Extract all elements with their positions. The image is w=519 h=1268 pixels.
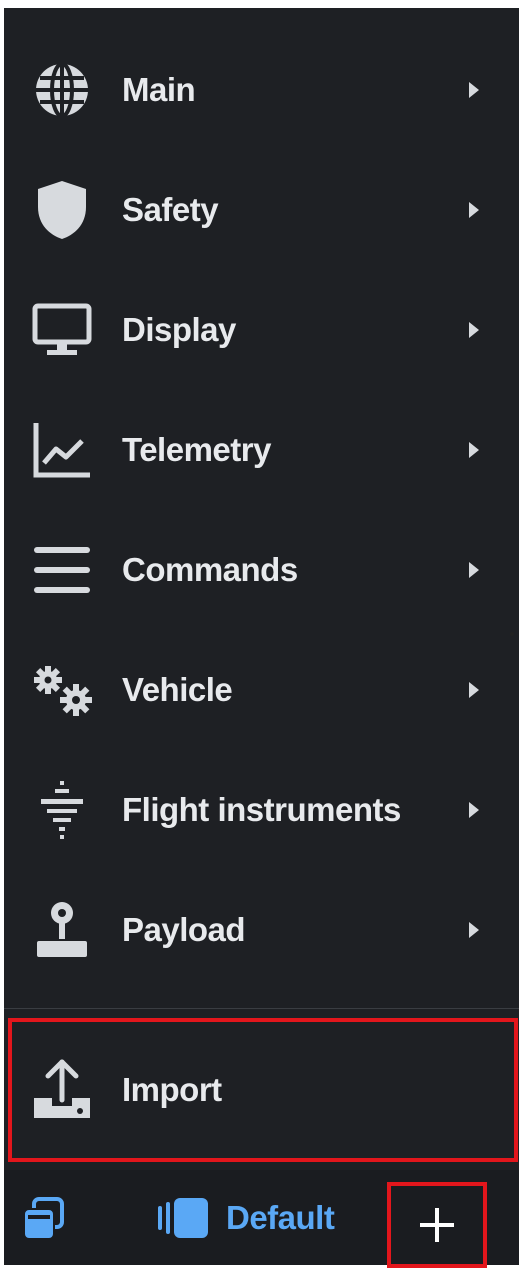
attitude-indicator-icon	[30, 778, 94, 842]
menu-item-label: Display	[122, 311, 236, 348]
windows-stack-icon[interactable]	[22, 1197, 66, 1241]
bottom-bar: Default	[4, 1170, 519, 1268]
menu-item-telemetry[interactable]: Telemetry	[4, 390, 519, 510]
shield-icon	[30, 178, 94, 242]
menu-item-label: Main	[122, 71, 196, 108]
add-button[interactable]	[387, 1182, 487, 1268]
menu-item-main[interactable]: Main	[4, 30, 519, 150]
import-button[interactable]: Import	[8, 1018, 518, 1162]
profile-selector[interactable]: Default	[156, 1190, 335, 1246]
monitor-icon	[30, 298, 94, 362]
chevron-right-icon	[469, 682, 479, 698]
import-label: Import	[122, 1071, 222, 1108]
chevron-right-icon	[469, 442, 479, 458]
gears-icon	[30, 658, 94, 722]
cursor-dot	[510, 632, 514, 636]
chevron-right-icon	[469, 202, 479, 218]
view-columns-icon	[156, 1196, 212, 1240]
menu-item-label: Flight instruments	[122, 791, 401, 828]
menu-divider	[4, 1008, 519, 1009]
upload-icon	[30, 1058, 94, 1122]
plus-icon	[420, 1208, 454, 1242]
menu-item-label: Vehicle	[122, 671, 233, 708]
chevron-right-icon	[469, 802, 479, 818]
menu-item-payload[interactable]: Payload	[4, 870, 519, 990]
chevron-right-icon	[469, 562, 479, 578]
profile-label: Default	[226, 1199, 335, 1236]
chevron-right-icon	[469, 922, 479, 938]
menu-item-flight-instruments[interactable]: Flight instruments	[4, 750, 519, 870]
globe-icon	[30, 58, 94, 122]
chevron-right-icon	[469, 322, 479, 338]
joystick-icon	[30, 898, 94, 962]
menu-item-label: Telemetry	[122, 431, 271, 468]
menu-item-vehicle[interactable]: Vehicle	[4, 630, 519, 750]
menu-item-label: Commands	[122, 551, 298, 588]
menu-item-safety[interactable]: Safety	[4, 150, 519, 270]
chevron-right-icon	[469, 82, 479, 98]
menu-item-display[interactable]: Display	[4, 270, 519, 390]
menu-item-label: Payload	[122, 911, 246, 948]
menu-item-commands[interactable]: Commands	[4, 510, 519, 630]
side-menu-panel: Main Safety Display Telemetry Commands V…	[4, 8, 519, 1268]
line-chart-icon	[30, 418, 94, 482]
menu-item-label: Safety	[122, 191, 219, 228]
menu-lines-icon	[30, 538, 94, 602]
